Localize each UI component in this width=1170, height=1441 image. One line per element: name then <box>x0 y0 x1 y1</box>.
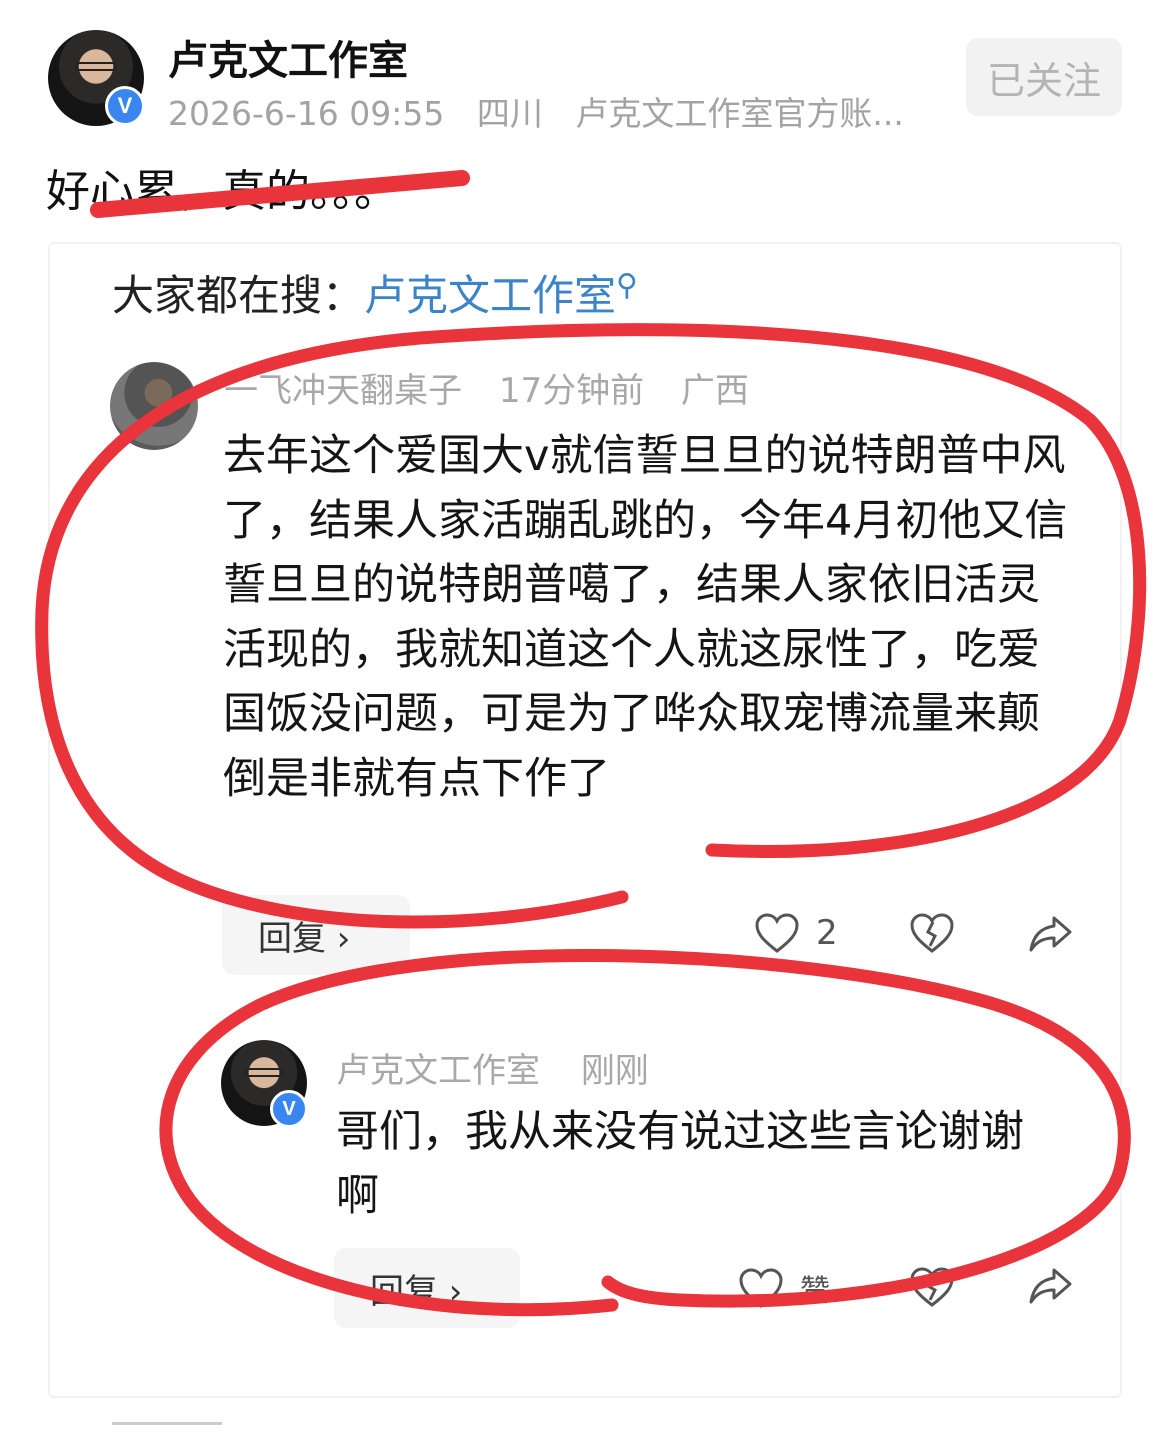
comment-location: 广西 <box>680 371 749 411</box>
next-item-peek <box>112 1422 222 1441</box>
reply-author-name[interactable]: 卢克文工作室 <box>336 1051 540 1091</box>
post-datetime: 2026-6-16 09:55 <box>168 94 445 133</box>
reply-dislike-button[interactable] <box>909 1266 955 1308</box>
comment-share-button[interactable] <box>1027 914 1073 954</box>
avatar-glasses <box>245 1068 283 1077</box>
avatar-glasses <box>74 61 118 72</box>
comment-reply-button[interactable]: 回复 › <box>222 895 410 975</box>
comment-time: 17分钟前 <box>498 371 645 411</box>
heart-outline-icon <box>755 913 799 953</box>
reply-text: 哥们，我从来没有说过这些言论谢谢啊 <box>336 1107 1024 1221</box>
search-hint-keyword[interactable]: 卢克文工作室 <box>364 271 616 320</box>
broken-heart-icon <box>910 913 954 953</box>
comment-like-count: 2 <box>816 913 838 953</box>
comment-author-avatar[interactable] <box>110 362 198 450</box>
search-hint-prefix: 大家都在搜： <box>112 271 365 320</box>
verified-icon: V <box>270 1090 308 1128</box>
post-account-desc: 卢克文工作室官方账... <box>575 94 904 133</box>
post-text: 好心累，真的。。。 <box>46 166 398 217</box>
reply-share-button[interactable] <box>1027 1266 1073 1306</box>
share-arrow-icon <box>1029 916 1072 952</box>
search-icon: ⚲ <box>616 268 639 303</box>
search-hint[interactable]: 大家都在搜：卢克文工作室⚲ <box>112 262 638 323</box>
heart-outline-icon <box>739 1268 783 1308</box>
post-location: 四川 <box>476 94 543 133</box>
comment-dislike-button[interactable] <box>909 912 955 954</box>
comment-like-button[interactable]: 2 <box>754 912 838 954</box>
reply-time: 刚刚 <box>580 1051 649 1091</box>
comment-text: 去年这个爱国大v就信誓旦旦的说特朗普中风了，结果人家活蹦乱跳的，今年4月初他又信… <box>223 431 1068 804</box>
post-author-name[interactable]: 卢克文工作室 <box>168 28 408 86</box>
reply-like-label: 赞 <box>800 1274 830 1309</box>
post-meta: 2026-6-16 09:55 四川 卢克文工作室官方账... <box>168 87 926 135</box>
comment-author-name[interactable]: 一飞冲天翻桌子 <box>224 371 462 411</box>
reply-reply-button[interactable]: 回复 › <box>334 1248 520 1328</box>
reply-like-button[interactable]: 赞 <box>738 1266 830 1310</box>
verified-icon: V <box>105 86 145 126</box>
follow-button[interactable]: 已关注 <box>966 38 1122 116</box>
comment-meta: 一飞冲天翻桌子 17分钟前 广西 <box>224 363 775 412</box>
broken-heart-icon <box>910 1267 954 1307</box>
share-arrow-icon <box>1029 1268 1072 1304</box>
reply-meta: 卢克文工作室 刚刚 <box>336 1043 679 1092</box>
